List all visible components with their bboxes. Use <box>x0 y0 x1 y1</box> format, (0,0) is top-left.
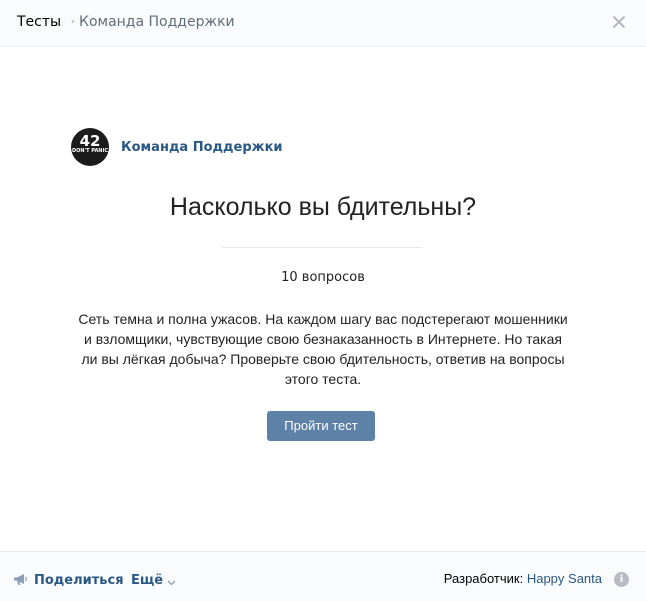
chevron-down-icon <box>163 571 176 590</box>
question-count: 10 вопросов <box>281 270 365 285</box>
info-icon[interactable]: i <box>614 572 629 587</box>
avatar[interactable]: 42 DON'T PANIC <box>71 128 109 166</box>
quiz-content: 42 DON'T PANIC Команда Поддержки Насколь… <box>0 48 646 550</box>
developer-link[interactable]: Happy Santa <box>527 571 602 586</box>
breadcrumb-author[interactable]: Команда Поддержки <box>79 14 235 30</box>
title-divider <box>222 247 422 248</box>
more-label: Ещё <box>131 573 164 588</box>
avatar-number: 42 <box>79 132 101 150</box>
start-quiz-button[interactable]: Пройти тест <box>267 411 375 441</box>
share-button[interactable]: Поделиться <box>13 571 124 590</box>
window-title[interactable]: Тесты <box>17 14 61 30</box>
quiz-description: Сеть темна и полна ужасов. На каждом шаг… <box>78 311 568 387</box>
developer-info: Разработчик: Happy Santa <box>444 571 602 586</box>
megaphone-icon <box>13 571 28 590</box>
window-header: Тесты › Команда Поддержки <box>0 0 646 47</box>
developer-label: Разработчик: <box>443 571 524 586</box>
share-label: Поделиться <box>34 573 124 588</box>
author-name[interactable]: Команда Поддержки <box>121 140 283 155</box>
author-block[interactable]: 42 DON'T PANIC Команда Поддержки <box>71 128 283 166</box>
close-icon[interactable] <box>610 13 628 31</box>
breadcrumb-separator: › <box>71 17 75 27</box>
more-button[interactable]: Ещё <box>131 571 176 590</box>
quiz-title: Насколько вы бдительны? <box>169 193 477 221</box>
avatar-caption: DON'T PANIC <box>71 148 109 154</box>
footer: Поделиться Ещё Разработчик: Happy Santa … <box>0 551 646 601</box>
